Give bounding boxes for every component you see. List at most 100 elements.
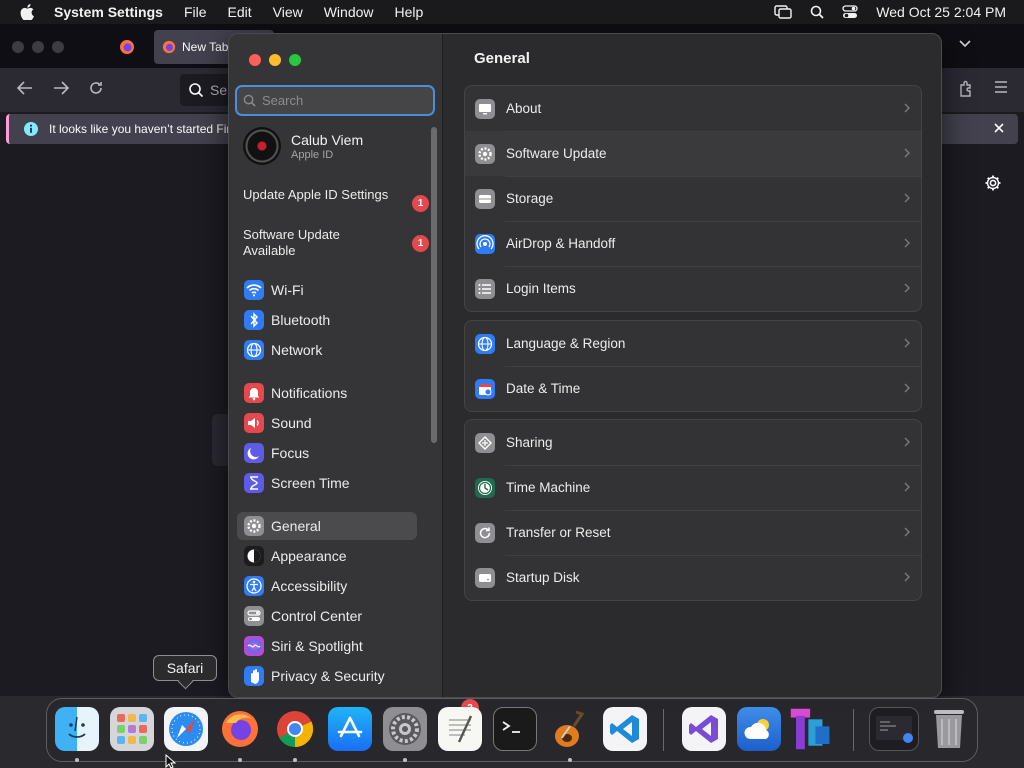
sidebar-item-screen-time[interactable]: Screen Time [237, 469, 417, 497]
row-airdrop-handoff[interactable]: AirDrop & Handoff [465, 221, 921, 266]
sidebar-item-privacy-security[interactable]: Privacy & Security [237, 662, 417, 690]
sidebar-item-control-center[interactable]: Control Center [237, 602, 417, 630]
extensions-icon[interactable] [958, 80, 974, 98]
row-date-time[interactable]: Date & Time [465, 366, 921, 411]
trash-icon[interactable] [927, 707, 971, 751]
menu-edit[interactable]: Edit [228, 4, 252, 20]
alert-update-apple-id[interactable]: Update Apple ID Settings 1 [243, 187, 429, 212]
row-software-update[interactable]: Software Update [465, 131, 921, 176]
running-indicator [238, 758, 242, 762]
dock-divider [853, 709, 854, 751]
screenshot-stack-icon[interactable] [869, 707, 919, 751]
row-login-items[interactable]: Login Items [465, 266, 921, 311]
firefox-pinned-tab[interactable] [108, 32, 146, 62]
row-sharing[interactable]: Sharing [465, 420, 921, 465]
row-startup-disk[interactable]: Startup Disk [465, 555, 921, 600]
safari-icon[interactable] [164, 707, 208, 751]
vscode-icon[interactable] [603, 707, 647, 751]
search-input[interactable] [262, 93, 422, 108]
firefox-close-button[interactable] [12, 41, 24, 53]
visual-studio-icon[interactable] [682, 707, 726, 751]
screen-mirroring-icon[interactable] [774, 5, 792, 19]
system-settings-window: Calub Viem Apple ID Update Apple ID Sett… [228, 33, 942, 698]
tab-title: New Tab [182, 40, 229, 54]
time-machine-icon [475, 477, 495, 498]
row-label: Sharing [506, 435, 553, 450]
disk-icon [475, 567, 495, 588]
teams-icon[interactable] [789, 707, 833, 751]
firefox-minimize-button[interactable] [32, 41, 44, 53]
list-all-tabs-icon[interactable] [958, 38, 972, 48]
chrome-icon[interactable] [273, 707, 317, 751]
menu-help[interactable]: Help [395, 4, 424, 20]
window-zoom-button[interactable] [289, 54, 301, 66]
row-time-machine[interactable]: Time Machine [465, 465, 921, 510]
system-settings-icon[interactable] [383, 707, 427, 751]
close-icon[interactable] [992, 121, 1006, 135]
row-transfer-or-reset[interactable]: Transfer or Reset [465, 510, 921, 555]
weather-icon[interactable] [737, 707, 781, 751]
sidebar-item-label: Bluetooth [271, 312, 331, 328]
sidebar-item-label: Appearance [271, 548, 347, 564]
row-label: AirDrop & Handoff [506, 236, 616, 251]
window-minimize-button[interactable] [269, 54, 281, 66]
sidebar-item-notifications[interactable]: Notifications [237, 379, 417, 407]
finder-icon[interactable] [55, 707, 99, 751]
chevron-right-icon [903, 571, 911, 583]
firefox-icon [119, 39, 135, 55]
apple-id-account[interactable]: Calub Viem Apple ID [243, 127, 363, 165]
hourglass-icon [244, 473, 264, 493]
sidebar-item-label: Screen Time [271, 475, 350, 491]
alert-software-update[interactable]: Software Update Available 1 [243, 227, 429, 259]
chevron-right-icon [903, 337, 911, 349]
gear-icon[interactable] [984, 174, 1002, 192]
menu-view[interactable]: View [273, 4, 303, 20]
running-indicator [293, 758, 297, 762]
sidebar-item-wi-fi[interactable]: Wi-Fi [237, 276, 417, 304]
control-center-icon[interactable] [842, 5, 858, 19]
sidebar-item-appearance[interactable]: Appearance [237, 542, 417, 570]
sidebar-item-siri-spotlight[interactable]: Siri & Spotlight [237, 632, 417, 660]
forward-arrow-icon[interactable] [52, 80, 70, 96]
sidebar-item-general[interactable]: General [237, 512, 417, 540]
sidebar-scrollbar[interactable] [431, 127, 437, 443]
launchpad-icon[interactable] [110, 707, 154, 751]
url-bar-text: Se [210, 82, 228, 98]
hamburger-menu-icon[interactable] [994, 81, 1008, 93]
firefox-zoom-button[interactable] [52, 41, 64, 53]
row-storage[interactable]: Storage [465, 176, 921, 221]
alert-count-badge: 1 [412, 195, 429, 212]
terminal-icon[interactable] [493, 707, 537, 751]
search-icon [188, 82, 204, 98]
menu-file[interactable]: File [184, 4, 207, 20]
row-language-region[interactable]: Language & Region [465, 321, 921, 366]
window-close-button[interactable] [249, 54, 261, 66]
row-label: About [506, 101, 542, 116]
chevron-right-icon [903, 282, 911, 294]
reload-icon[interactable] [88, 80, 104, 96]
menu-window[interactable]: Window [324, 4, 374, 20]
textedit-icon[interactable] [438, 707, 482, 751]
apple-menu-icon[interactable] [0, 4, 54, 20]
app-store-icon[interactable] [328, 707, 372, 751]
speaker-icon [244, 413, 264, 433]
firefox-icon[interactable] [218, 707, 262, 751]
account-name: Calub Viem [291, 131, 364, 148]
sidebar-item-bluetooth[interactable]: Bluetooth [237, 306, 417, 334]
row-label: Date & Time [506, 381, 581, 396]
spotlight-search-icon[interactable] [810, 5, 824, 19]
menu-clock[interactable]: Wed Oct 25 2:04 PM [876, 4, 1006, 20]
sidebar-item-sound[interactable]: Sound [237, 409, 417, 437]
sidebar-item-label: Sound [271, 415, 312, 431]
running-indicator [75, 758, 79, 762]
sidebar-item-accessibility[interactable]: Accessibility [237, 572, 417, 600]
row-about[interactable]: About [465, 86, 921, 131]
back-arrow-icon[interactable] [16, 80, 34, 96]
sidebar-item-network[interactable]: Network [237, 336, 417, 364]
settings-search-field[interactable] [235, 85, 435, 116]
notification-text: It looks like you haven’t started Fire [49, 122, 238, 136]
menu-app-name[interactable]: System Settings [54, 4, 163, 20]
sidebar-item-focus[interactable]: Focus [237, 439, 417, 467]
garageband-icon[interactable] [548, 707, 592, 751]
chevron-right-icon [903, 526, 911, 538]
